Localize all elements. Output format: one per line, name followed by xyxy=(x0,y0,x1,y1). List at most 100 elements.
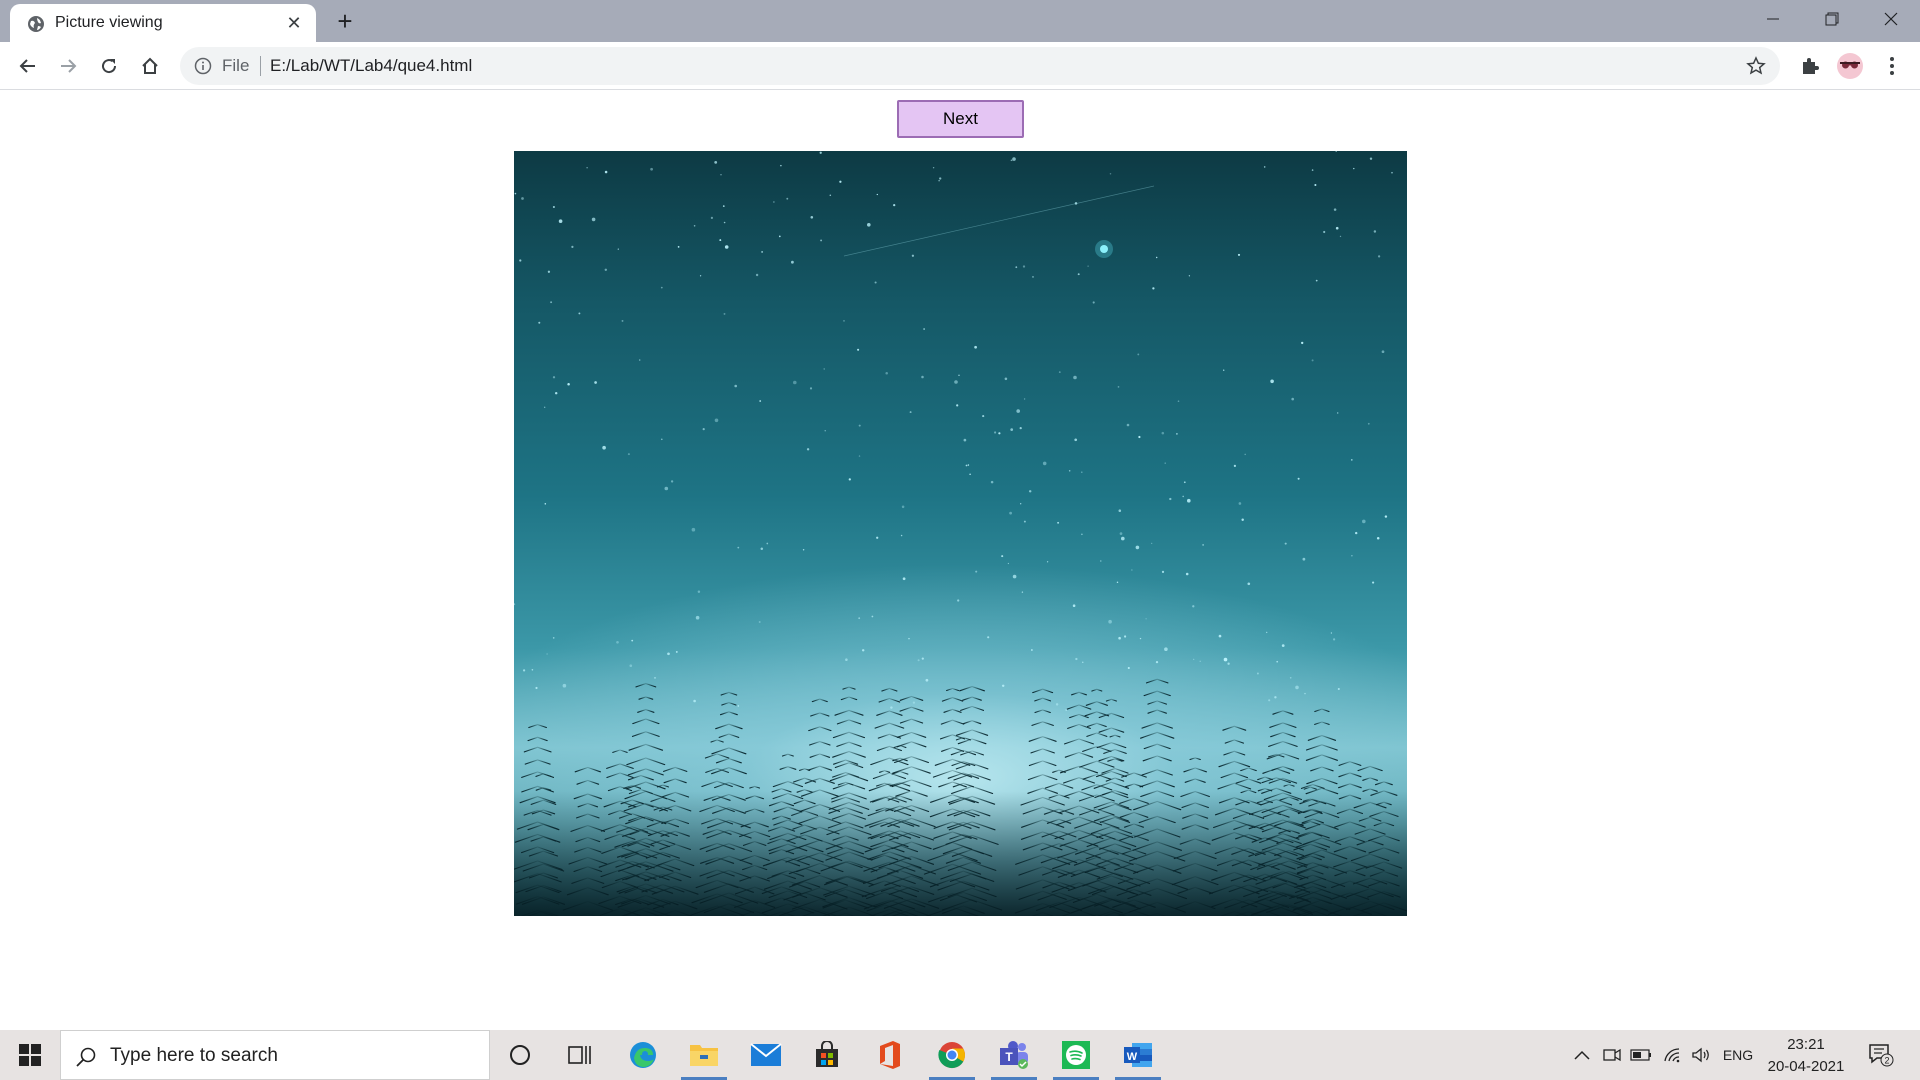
new-tab-button[interactable]: + xyxy=(332,8,358,34)
star xyxy=(998,432,1001,435)
reload-button[interactable] xyxy=(93,50,125,82)
star xyxy=(1010,428,1014,431)
meet-now-button[interactable] xyxy=(1600,1030,1624,1080)
profile-button[interactable] xyxy=(1834,50,1866,82)
back-button[interactable] xyxy=(12,50,44,82)
star xyxy=(552,376,556,379)
star xyxy=(823,368,825,370)
star xyxy=(1223,657,1228,662)
star xyxy=(1021,591,1024,593)
store-button[interactable] xyxy=(798,1030,856,1080)
star xyxy=(1156,256,1158,259)
star xyxy=(693,699,696,703)
star xyxy=(1022,265,1026,268)
star xyxy=(824,430,826,432)
star xyxy=(758,621,761,623)
network-button[interactable] xyxy=(1660,1030,1686,1080)
browser-tab[interactable]: Picture viewing ✕ xyxy=(10,4,316,42)
star xyxy=(1192,605,1195,608)
taskbar: Type here to search T W ENG 23:21 20-04-… xyxy=(0,1030,1920,1080)
task-view-button[interactable] xyxy=(551,1030,609,1080)
spotify-button[interactable] xyxy=(1047,1030,1105,1080)
star xyxy=(857,348,860,351)
star xyxy=(1119,532,1123,535)
edge-button[interactable] xyxy=(614,1030,672,1080)
star xyxy=(710,216,714,220)
file-explorer-button[interactable] xyxy=(675,1030,733,1080)
star xyxy=(802,549,805,551)
action-center-button[interactable]: 2 xyxy=(1862,1030,1900,1080)
star xyxy=(638,359,641,361)
star xyxy=(554,391,558,395)
star xyxy=(550,301,553,304)
star xyxy=(1100,560,1102,562)
star xyxy=(1281,644,1285,647)
chrome-button[interactable] xyxy=(923,1030,981,1080)
star xyxy=(723,312,726,315)
notification-count: 2 xyxy=(1884,1056,1889,1066)
star xyxy=(702,427,705,431)
address-url[interactable]: E:/Lab/WT/Lab4/que4.html xyxy=(270,56,472,76)
star xyxy=(969,473,971,475)
cortana-button[interactable] xyxy=(491,1030,549,1080)
star xyxy=(1169,497,1172,501)
start-button[interactable] xyxy=(0,1030,60,1080)
minimize-button[interactable] xyxy=(1744,0,1802,38)
star xyxy=(1202,544,1204,546)
mail-button[interactable] xyxy=(737,1030,795,1080)
star xyxy=(714,161,718,164)
star xyxy=(921,375,924,379)
star xyxy=(1073,375,1077,380)
star xyxy=(780,164,782,167)
star xyxy=(1137,353,1140,356)
star xyxy=(1161,431,1165,435)
menu-button[interactable] xyxy=(1876,50,1908,82)
star xyxy=(650,167,653,171)
home-button[interactable] xyxy=(134,50,166,82)
star xyxy=(1274,696,1277,699)
restore-button[interactable] xyxy=(1803,0,1861,38)
star xyxy=(660,438,663,441)
star xyxy=(1247,582,1251,586)
star xyxy=(1218,634,1222,638)
office-button[interactable] xyxy=(861,1030,919,1080)
star xyxy=(1116,581,1119,584)
star xyxy=(1138,435,1141,439)
extensions-button[interactable] xyxy=(1794,50,1826,82)
word-button[interactable]: W xyxy=(1109,1030,1167,1080)
taskbar-clock[interactable]: 23:21 20-04-2021 xyxy=(1756,1034,1856,1078)
star xyxy=(1377,255,1381,258)
close-tab-icon[interactable]: ✕ xyxy=(284,13,304,33)
address-divider xyxy=(260,56,261,76)
battery-button[interactable] xyxy=(1628,1030,1654,1080)
volume-button[interactable] xyxy=(1688,1030,1714,1080)
star xyxy=(1323,230,1326,234)
address-bar[interactable]: File E:/Lab/WT/Lab4/que4.html xyxy=(180,47,1780,85)
taskbar-search[interactable]: Type here to search xyxy=(60,1030,490,1080)
teams-icon: T xyxy=(1000,1041,1028,1069)
star xyxy=(535,686,538,690)
star xyxy=(602,445,606,450)
star xyxy=(552,637,555,639)
star xyxy=(1121,536,1125,541)
chrome-icon xyxy=(938,1042,966,1069)
language-indicator[interactable]: ENG xyxy=(1720,1030,1756,1080)
star xyxy=(1223,369,1225,371)
star xyxy=(1177,400,1180,403)
forward-button[interactable] xyxy=(52,50,84,82)
star xyxy=(923,328,925,330)
star xyxy=(737,705,740,707)
next-button[interactable]: Next xyxy=(897,100,1024,138)
svg-text:T: T xyxy=(1005,1050,1013,1064)
star xyxy=(987,636,990,639)
info-icon[interactable] xyxy=(194,57,212,75)
star xyxy=(786,197,789,200)
close-icon xyxy=(1884,12,1898,26)
teams-button[interactable]: T xyxy=(985,1030,1043,1080)
bookmark-star-icon[interactable] xyxy=(1746,56,1766,76)
close-window-button[interactable] xyxy=(1862,0,1920,38)
star xyxy=(1135,545,1140,550)
show-hidden-icons-button[interactable] xyxy=(1570,1030,1594,1080)
star xyxy=(1082,661,1084,663)
svg-text:W: W xyxy=(1127,1051,1138,1063)
